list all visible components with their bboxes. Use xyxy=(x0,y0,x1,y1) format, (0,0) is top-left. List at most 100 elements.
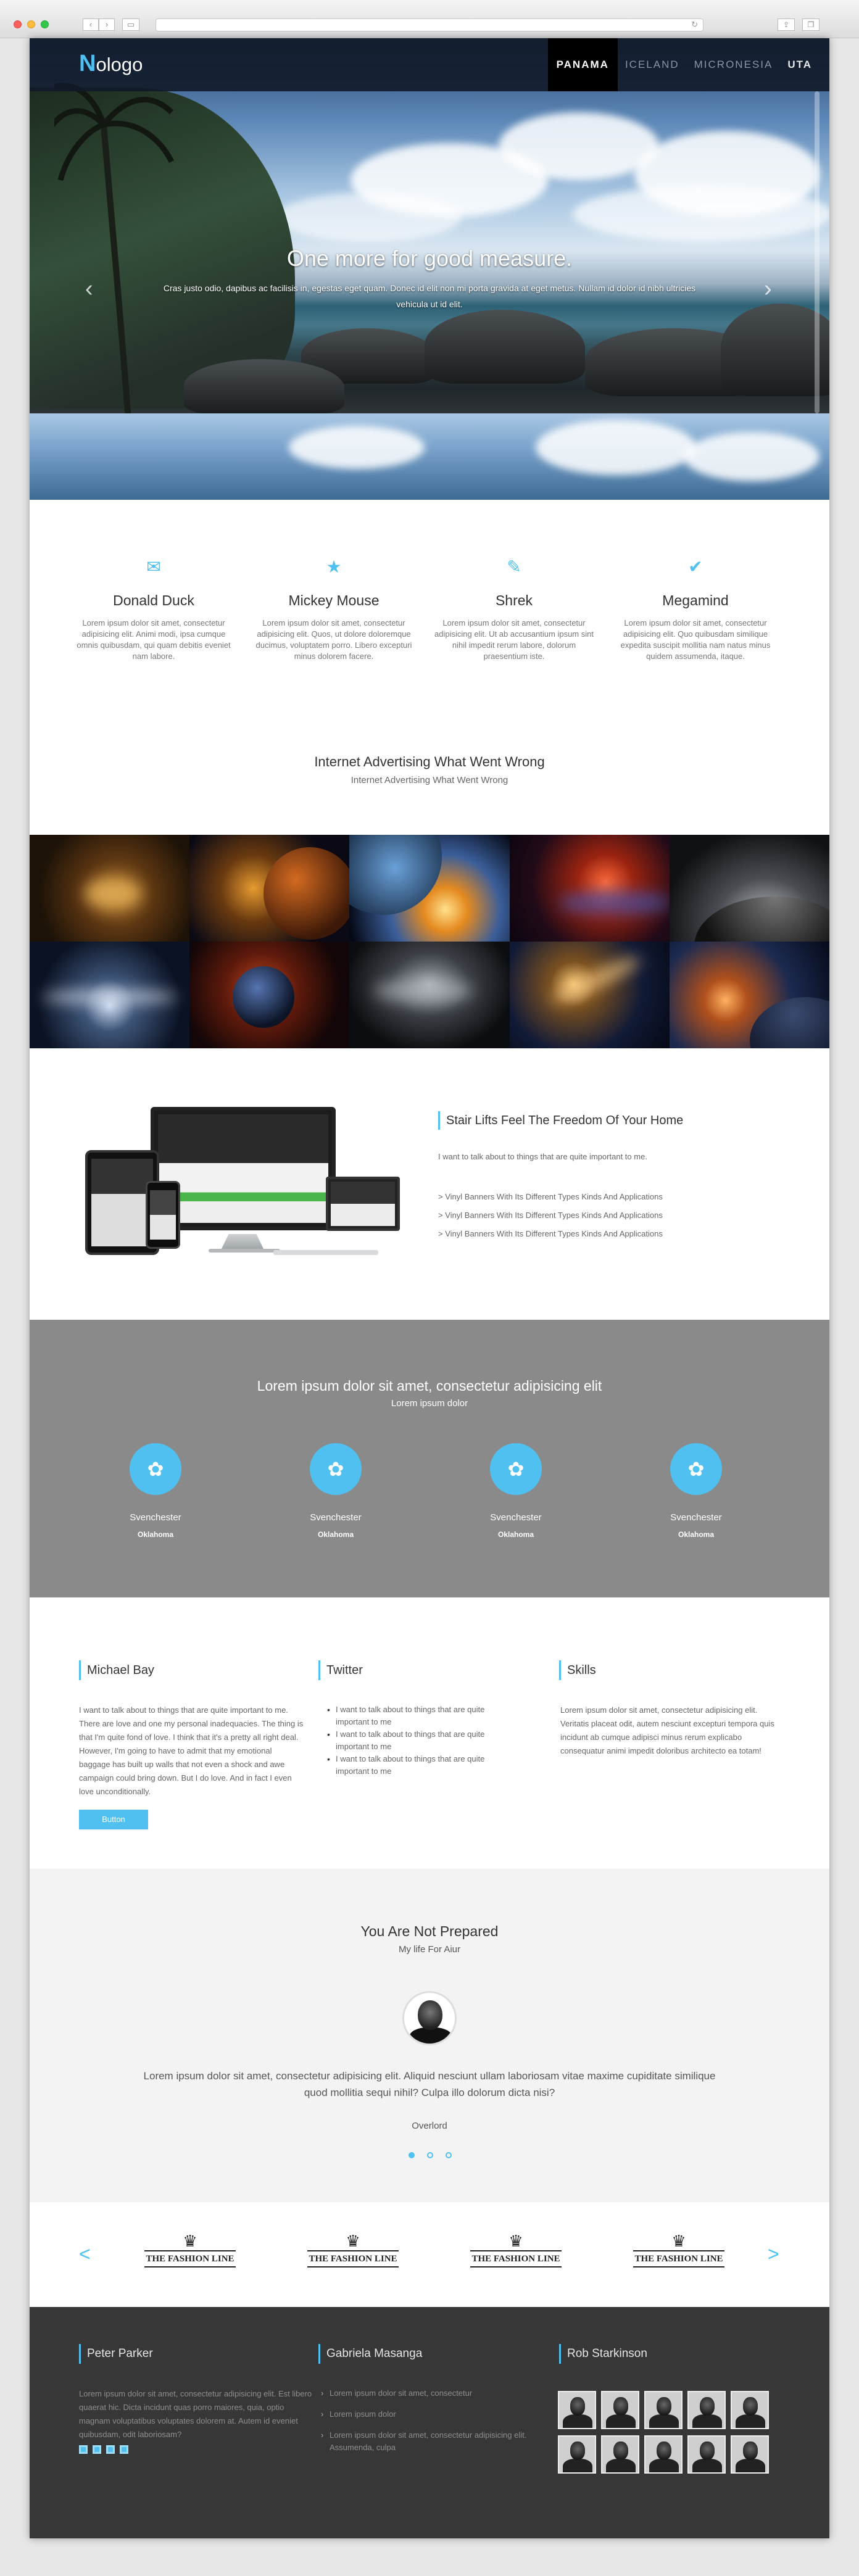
portrait-thumbnail[interactable] xyxy=(601,2391,639,2429)
service-name: Svenchester xyxy=(490,1512,542,1523)
brand-logo[interactable]: ♛ THE FASHION LINE xyxy=(633,2233,724,2277)
hero-caption: Cras justo odio, dapibus ac facilisis in… xyxy=(163,283,696,309)
devices-list: > Vinyl Banners With Its Different Types… xyxy=(438,1188,663,1243)
portrait-thumbnail[interactable] xyxy=(644,2435,683,2474)
primary-button[interactable]: Button xyxy=(79,1810,148,1829)
skills-text: Lorem ipsum dolor sit amet, consectetur … xyxy=(560,1705,774,1755)
column-title-twitter: Twitter xyxy=(318,1660,363,1680)
footer-title-peter-parker: Peter Parker xyxy=(79,2344,153,2364)
tagline-subtitle: Internet Advertising What Went Wrong xyxy=(351,775,508,785)
brand-logo[interactable]: ♛ THE FASHION LINE xyxy=(307,2233,399,2277)
testimonial-author: Overlord xyxy=(412,2121,447,2131)
pencil-icon: ✎ xyxy=(507,557,521,576)
tabs-icon[interactable]: ❐ xyxy=(802,19,820,31)
gallery-image[interactable] xyxy=(349,835,510,942)
service-name: Svenchester xyxy=(670,1512,722,1523)
android-icon[interactable]: ✿ xyxy=(310,1443,362,1495)
portrait-thumbnail[interactable] xyxy=(731,2435,769,2474)
list-item: > Vinyl Banners With Its Different Types… xyxy=(438,1192,663,1201)
gallery-image[interactable] xyxy=(669,835,829,942)
portrait-thumbnail[interactable] xyxy=(558,2391,596,2429)
brand-logo[interactable]: ♛ THE FASHION LINE xyxy=(470,2233,562,2277)
footer-title-rob-starkinson: Rob Starkinson xyxy=(559,2344,647,2364)
portrait-thumbnail[interactable] xyxy=(687,2435,726,2474)
list-item: > Vinyl Banners With Its Different Types… xyxy=(438,1211,663,1220)
pager-dot[interactable] xyxy=(427,2152,433,2158)
feature-text: Lorem ipsum dolor sit amet, consectetur … xyxy=(255,618,412,661)
reload-icon[interactable]: ↻ xyxy=(691,20,698,30)
slider-next-arrow-icon[interactable]: › xyxy=(764,276,772,302)
gallery-image[interactable] xyxy=(349,942,510,1048)
portrait-thumbnail[interactable] xyxy=(644,2391,683,2429)
android-icon[interactable]: ✿ xyxy=(670,1443,722,1495)
menu-item-panama[interactable]: PANAMA xyxy=(547,38,618,91)
gallery-image[interactable] xyxy=(189,942,350,1048)
testimonial-subtitle: My life For Aiur xyxy=(398,1944,461,1955)
menu-item-micronesia[interactable]: MICRONESIA xyxy=(687,38,781,91)
close-window-button[interactable] xyxy=(14,20,22,28)
feature-text: Lorem ipsum dolor sit amet, consectetur … xyxy=(434,618,594,661)
star-icon: ★ xyxy=(326,557,342,576)
portrait-thumbnail[interactable] xyxy=(731,2391,769,2429)
devices-section: Stair Lifts Feel The Freedom Of Your Hom… xyxy=(30,1048,829,1320)
social-icon[interactable] xyxy=(106,2445,115,2454)
address-bar[interactable]: ↻ xyxy=(156,19,703,31)
portrait-thumbnail[interactable] xyxy=(558,2435,596,2474)
share-icon[interactable]: ⇪ xyxy=(778,19,795,31)
footer-about-text: Lorem ipsum dolor sit amet, consectetur … xyxy=(79,2389,312,2439)
android-icon[interactable]: ✿ xyxy=(490,1443,542,1495)
tweet-item: I want to talk about to things that are … xyxy=(323,1728,508,1753)
envelope-icon: ✉ xyxy=(146,557,161,576)
testimonial-pager xyxy=(409,2152,452,2158)
menu-item-iceland[interactable]: ICELAND xyxy=(618,38,687,91)
footer-link[interactable]: Lorem ipsum dolor sit amet, consectetur xyxy=(318,2387,541,2400)
services-title: Lorem ipsum dolor sit amet, consectetur … xyxy=(257,1378,602,1394)
footer-link[interactable]: Lorem ipsum dolor xyxy=(318,2408,541,2421)
menu-item-uta[interactable]: UTA xyxy=(780,38,829,91)
footer-title-gabriela-masanga: Gabriela Masanga xyxy=(318,2344,422,2364)
pager-dot[interactable] xyxy=(409,2152,415,2158)
pager-dot[interactable] xyxy=(446,2152,452,2158)
checkmark-icon: ✔ xyxy=(688,557,703,576)
crown-icon: ♛ xyxy=(183,2232,197,2250)
social-icon[interactable] xyxy=(93,2445,101,2454)
hero-slider: One more for good measure. Cras justo od… xyxy=(30,38,829,500)
gallery-image[interactable] xyxy=(30,835,190,942)
column-title-skills: Skills xyxy=(559,1660,596,1680)
android-icon[interactable]: ✿ xyxy=(130,1443,181,1495)
twitter-list: I want to talk about to things that are … xyxy=(323,1704,508,1778)
social-icon[interactable] xyxy=(120,2445,128,2454)
website: One more for good measure. Cras justo od… xyxy=(30,38,829,2538)
service-item: ✿ Svenchester Oklahoma xyxy=(280,1443,391,1539)
forward-button[interactable]: › xyxy=(99,19,115,31)
gallery-image[interactable] xyxy=(509,942,670,1048)
main-menu: PANAMA ICELAND MICRONESIA UTA xyxy=(547,38,829,91)
zoom-window-button[interactable] xyxy=(41,20,49,28)
footer-link[interactable]: Lorem ipsum dolor sit amet, consectetur … xyxy=(318,2429,541,2454)
testimonial-quote: Lorem ipsum dolor sit amet, consectetur … xyxy=(143,2070,716,2098)
portrait-thumbnail[interactable] xyxy=(601,2435,639,2474)
slider-prev-arrow-icon[interactable]: ‹ xyxy=(85,276,93,302)
devices-title: Stair Lifts Feel The Freedom Of Your Hom… xyxy=(438,1111,683,1130)
avatar xyxy=(402,1991,457,2045)
minimize-window-button[interactable] xyxy=(27,20,35,28)
footer-links: Lorem ipsum dolor sit amet, consectetur … xyxy=(318,2387,541,2462)
gallery-image[interactable] xyxy=(189,835,350,942)
gallery-image[interactable] xyxy=(669,942,829,1048)
brand-logo[interactable]: ♛ THE FASHION LINE xyxy=(144,2233,236,2277)
social-icon[interactable] xyxy=(79,2445,88,2454)
portrait-thumbnail[interactable] xyxy=(687,2391,726,2429)
feature-card: ✔ Megamind Lorem ipsum dolor sit amet, c… xyxy=(612,557,779,662)
gallery-image[interactable] xyxy=(509,835,670,942)
carousel-next-arrow-icon[interactable]: > xyxy=(768,2243,779,2266)
site-footer: Peter Parker Lorem ipsum dolor sit amet,… xyxy=(30,2307,829,2538)
service-place: Oklahoma xyxy=(317,1530,354,1539)
list-item: > Vinyl Banners With Its Different Types… xyxy=(438,1229,663,1238)
sidebar-toggle-icon[interactable]: ▭ xyxy=(122,19,139,31)
site-header: Nologo PANAMA ICELAND MICRONESIA UTA xyxy=(30,38,829,91)
carousel-prev-arrow-icon[interactable]: < xyxy=(79,2243,91,2266)
back-button[interactable]: ‹ xyxy=(83,19,99,31)
image-gallery xyxy=(30,835,829,1048)
site-logo[interactable]: Nologo xyxy=(79,51,143,77)
gallery-image[interactable] xyxy=(30,942,190,1048)
